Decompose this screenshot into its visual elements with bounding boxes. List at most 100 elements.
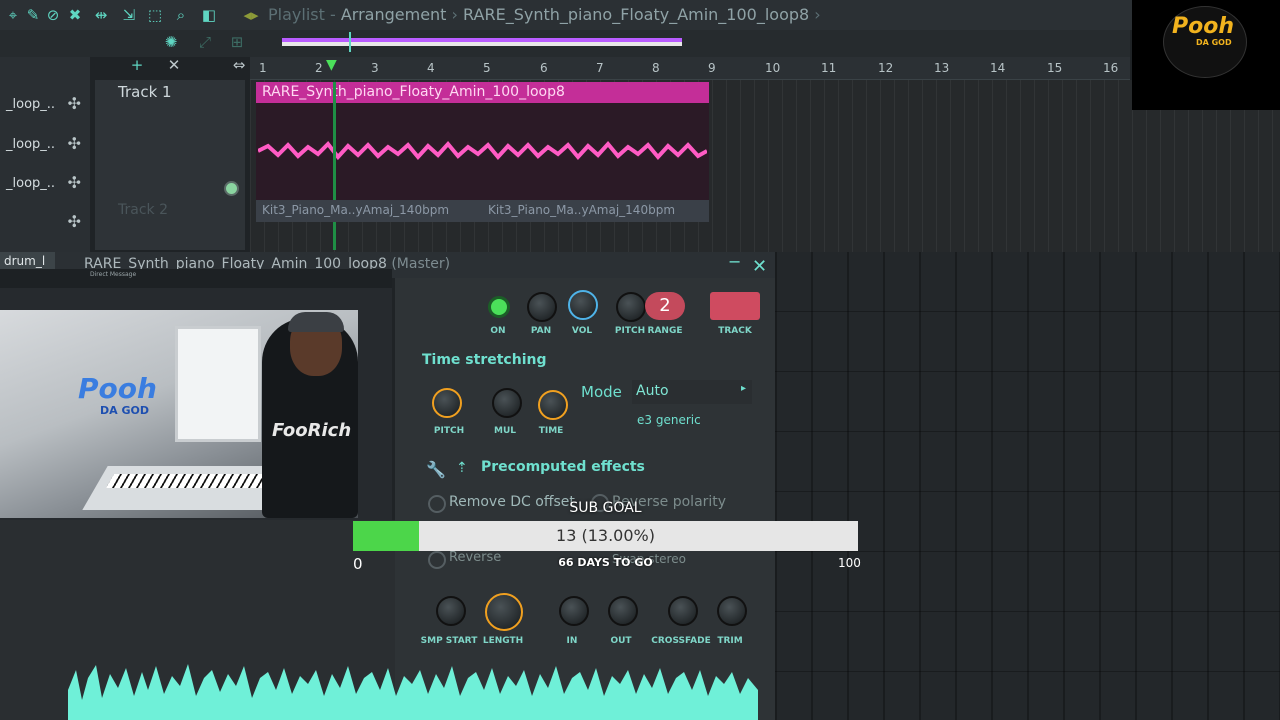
bar-number: 11 [821, 61, 837, 75]
add-track-icon[interactable]: + [128, 56, 146, 74]
bar-number: 10 [765, 61, 781, 75]
out-label: OUT [610, 636, 632, 646]
link-icon[interactable]: ⤢ [196, 33, 214, 51]
move-icon[interactable]: ✣ [68, 134, 81, 153]
waveform-icon[interactable]: ✺ [162, 33, 180, 51]
on-toggle[interactable] [488, 296, 510, 318]
audio-clip-waveform [258, 140, 707, 161]
range-value[interactable]: 2 [645, 292, 685, 320]
pan-knob[interactable] [527, 292, 557, 322]
zoom-icon[interactable]: ⌕ [172, 6, 190, 24]
smp-start-knob[interactable] [436, 596, 466, 626]
dropdown-arrow-icon: ▸ [740, 383, 746, 394]
track-label: TRACK [718, 326, 752, 336]
channel-label: _loop_.. [6, 97, 56, 112]
nav-arrows-icon[interactable]: ◂▸ [242, 6, 260, 24]
bar-number: 5 [483, 61, 491, 75]
webcam-window [175, 326, 261, 442]
arrow-up-icon[interactable]: ⇡ [456, 460, 468, 476]
bar-number: 15 [1047, 61, 1063, 75]
mute-icon[interactable]: ⇹ [92, 6, 110, 24]
smp-start-label: SMP START [420, 636, 478, 646]
sub-goal-value: 13 (13.00%) [556, 526, 655, 545]
close-icon[interactable]: ✕ [752, 256, 767, 277]
mode-dropdown[interactable]: Auto ▸ [632, 380, 752, 404]
length-knob[interactable] [485, 593, 523, 631]
bar-number: 8 [652, 61, 660, 75]
ts-pitch-label: PITCH [433, 426, 465, 436]
move-icon[interactable]: ✣ [68, 173, 81, 192]
bar-number: 4 [427, 61, 435, 75]
minimize-icon[interactable]: − [728, 252, 741, 271]
track-2-name[interactable]: Track 2 [118, 202, 168, 218]
delete-icon[interactable]: ✖ [66, 6, 84, 24]
breadcrumb-playlist[interactable]: Playlist [268, 5, 325, 24]
move-icon[interactable]: ✣ [68, 212, 81, 231]
playhead-marker-icon[interactable]: ▼ [326, 57, 337, 73]
bar-number: 2 [315, 61, 323, 75]
paint-icon[interactable]: ⊘ [44, 6, 62, 24]
mode-subvalue: e3 generic [637, 413, 701, 427]
sub-goal-min: 0 [353, 555, 363, 573]
breadcrumb-separator: - [329, 5, 336, 24]
sub-goal-days: 66 DAYS TO GO [558, 556, 653, 569]
channel-label: _loop_.. [6, 137, 56, 152]
channel-label: _loop_.. [6, 176, 56, 191]
ts-time-knob[interactable] [538, 390, 568, 420]
out-knob[interactable] [608, 596, 638, 626]
length-label: LENGTH [482, 636, 524, 646]
webcam-logo-text: Pooh [78, 372, 157, 405]
breadcrumb-end-arrow[interactable]: › [814, 5, 820, 24]
webcam-titlebar-label: Direct Message [90, 271, 137, 278]
track-headers [95, 80, 245, 250]
channel-item[interactable]: _loop_.. ✣ [0, 131, 85, 159]
ts-mul-knob[interactable] [492, 388, 522, 418]
mode-value: Auto [636, 383, 669, 399]
volume-knob[interactable] [568, 290, 598, 320]
channel-item[interactable]: _loop_.. ✣ [0, 91, 85, 119]
channel-logo-text: Pooh [1172, 14, 1235, 39]
trim-knob[interactable] [717, 596, 747, 626]
select-icon[interactable]: ⬚ [146, 6, 164, 24]
bar-number: 13 [934, 61, 950, 75]
resize-icon[interactable]: ⇔ [230, 56, 248, 74]
webcam-shirt-text: FooRich [272, 420, 352, 441]
track-1-name[interactable]: Track 1 [118, 83, 172, 101]
sample-waveform[interactable] [68, 660, 758, 720]
webcam-logo-sub: DA GOD [100, 404, 149, 417]
channel-logo-sub: DA GOD [1196, 38, 1232, 47]
move-icon[interactable]: ✣ [68, 94, 81, 113]
ts-time-label: TIME [538, 426, 564, 436]
channel-picker: _loop_.. ✣ _loop_.. ✣ _loop_.. ✣ ✣ [0, 57, 90, 252]
bar-number: 7 [596, 61, 604, 75]
bar-number: 6 [540, 61, 548, 75]
bar-number: 16 [1103, 61, 1119, 75]
wrench-icon[interactable]: 🔧 [426, 460, 446, 479]
pattern-clip-label: Kit3_Piano_Ma..yAmaj_140bpm [262, 203, 450, 217]
playhead-line [333, 82, 336, 250]
breadcrumb-arrangement[interactable]: Arrangement [341, 5, 447, 24]
ts-pitch-knob[interactable] [432, 388, 462, 418]
in-knob[interactable] [559, 596, 589, 626]
draw-icon[interactable]: ✎ [24, 6, 42, 24]
breadcrumb-pattern[interactable]: RARE_Synth_piano_Floaty_Amin_100_loop8 [463, 5, 809, 24]
timeline-ruler[interactable]: 1 2 3 4 5 6 7 8 9 10 11 12 13 14 15 16 ▼ [250, 57, 1130, 80]
crossfade-knob[interactable] [668, 596, 698, 626]
track-mute-led[interactable] [224, 181, 239, 196]
webcam-bandana [288, 312, 344, 332]
mode-label: Mode [581, 383, 622, 401]
drum-tab-label: drum_l [4, 254, 46, 268]
slip-icon[interactable]: ⇲ [120, 6, 138, 24]
bar-number: 3 [371, 61, 379, 75]
breadcrumb: Playlist - Arrangement › RARE_Synth_pian… [268, 5, 821, 24]
pitch-knob[interactable] [616, 292, 646, 322]
snap-icon[interactable]: ⌖ [4, 6, 22, 24]
channel-item[interactable]: ✣ [0, 209, 85, 237]
grid-icon[interactable]: ⊞ [228, 33, 246, 51]
channel-item[interactable]: _loop_.. ✣ [0, 170, 85, 198]
playback-icon[interactable]: ◧ [200, 6, 218, 24]
webcam-titlebar [0, 269, 392, 288]
track-button[interactable] [710, 292, 760, 320]
playlist-grid-lower[interactable] [775, 252, 1280, 720]
close-icon[interactable]: ✕ [165, 56, 183, 74]
